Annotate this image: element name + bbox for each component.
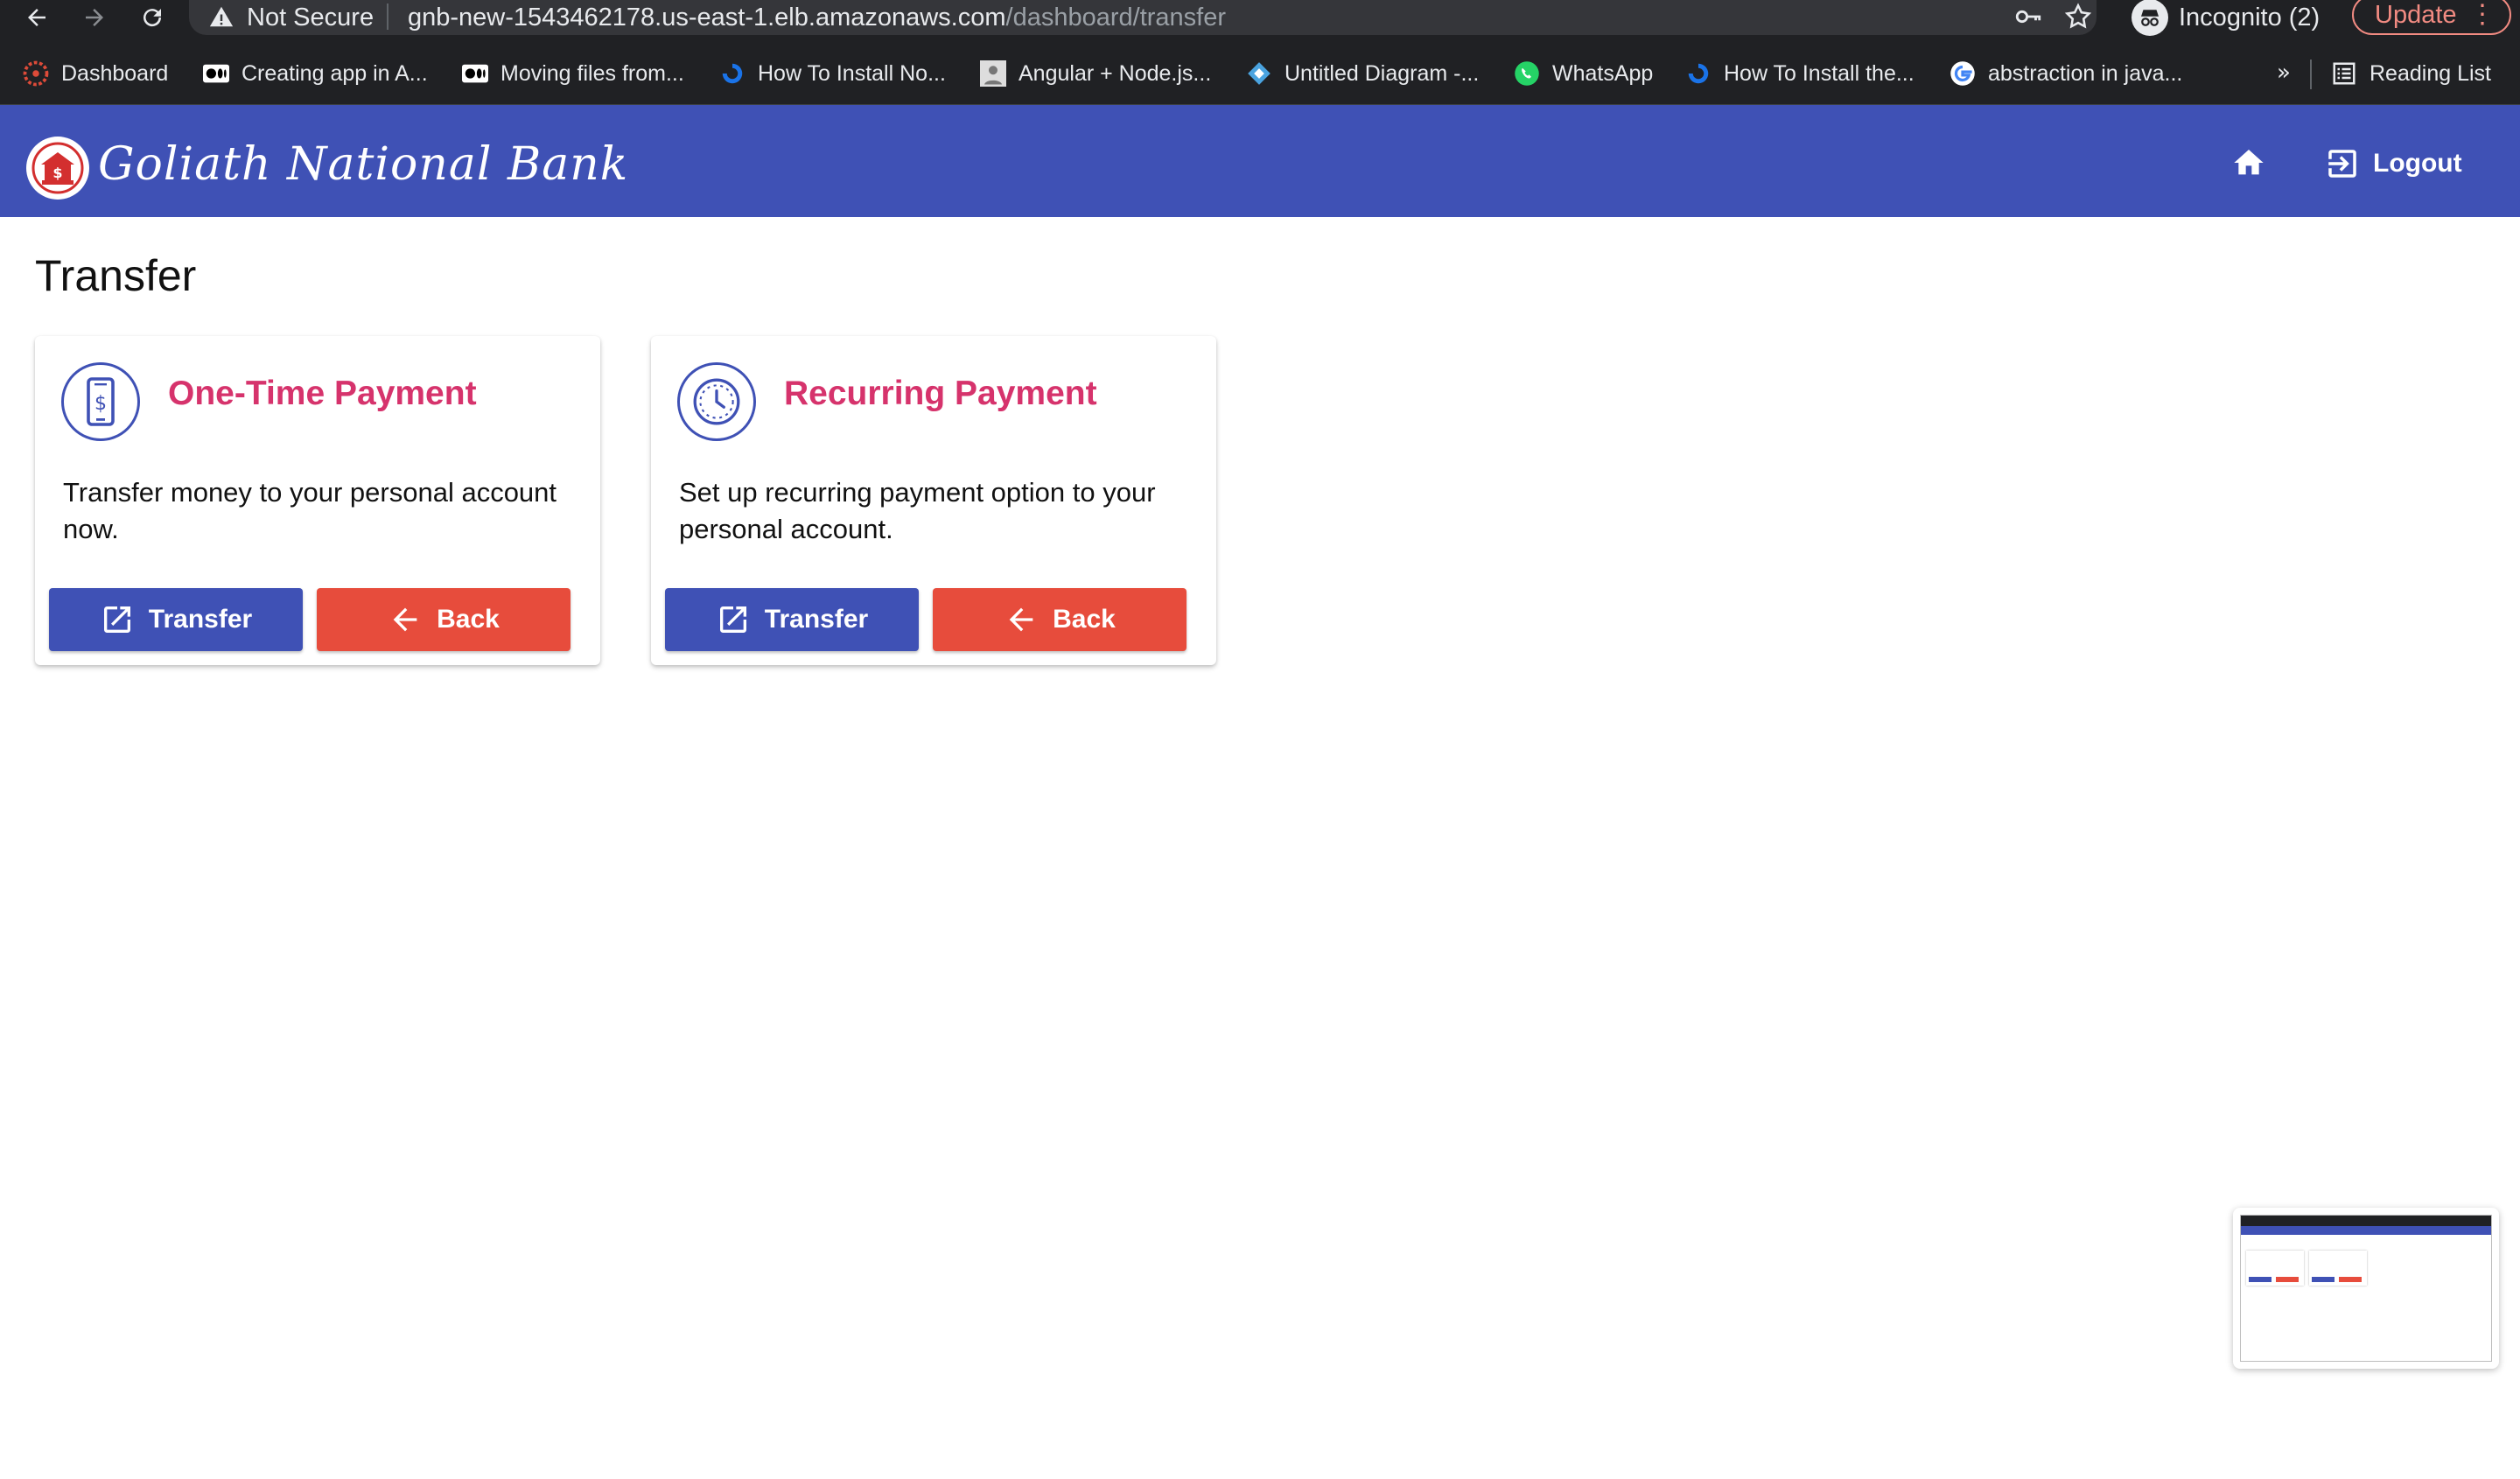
address-bar[interactable]: Not Secure gnb-new-1543462178.us-east-1.…	[189, 0, 2096, 35]
page-title: Transfer	[35, 251, 197, 300]
back-button[interactable]: Back	[933, 588, 1186, 651]
home-button[interactable]	[2224, 138, 2273, 187]
recurring-payment-card: Recurring Payment Set up recurring payme…	[651, 336, 1216, 665]
thumbnail-card	[2246, 1251, 2304, 1286]
url-text: gnb-new-1543462178.us-east-1.elb.amazona…	[408, 2, 1226, 33]
thumbnail-image	[2240, 1215, 2492, 1362]
bookmark-item[interactable]: How To Install the...	[1685, 58, 1914, 89]
transfer-button-label: Transfer	[148, 605, 253, 634]
thumbnail-button	[2276, 1277, 2299, 1282]
bookmarks-divider	[2310, 60, 2312, 89]
app-header: $ Goliath National Bank Logout	[0, 105, 2520, 217]
forward-nav-button[interactable]	[70, 0, 119, 35]
thumbnail-card	[2309, 1251, 2367, 1286]
avatar-icon	[980, 60, 1006, 87]
bookmark-label: How To Install the...	[1724, 60, 1914, 86]
thumbnail-toolbar	[2241, 1216, 2491, 1226]
whatsapp-icon	[1514, 60, 1540, 87]
reading-list-button[interactable]: Reading List	[2331, 58, 2491, 89]
card-title: One-Time Payment	[168, 375, 477, 412]
bookmark-label: abstraction in java...	[1988, 60, 2183, 86]
bookmark-label: Angular + Node.js...	[1018, 60, 1212, 86]
angular-icon	[23, 60, 49, 87]
star-icon[interactable]	[2063, 2, 2093, 32]
bookmarks-overflow-button[interactable]: »	[2277, 60, 2291, 86]
incognito-indicator[interactable]: Incognito (2)	[2132, 0, 2320, 36]
digitalocean-icon	[719, 60, 746, 87]
reading-list-label: Reading List	[2370, 60, 2491, 86]
card-description: Transfer money to your personal account …	[63, 477, 557, 544]
bookmark-item[interactable]: Creating app in A...	[203, 58, 428, 89]
svg-text:$: $	[94, 393, 107, 415]
reading-list-icon	[2331, 60, 2357, 87]
bookmarks-bar: Dashboard Creating app in A... Moving fi…	[0, 42, 2520, 105]
incognito-label: Incognito (2)	[2179, 3, 2320, 32]
clock-icon	[677, 362, 756, 441]
arrow-back-icon	[393, 607, 417, 632]
screenshot-thumbnail[interactable]	[2233, 1208, 2499, 1369]
card-description: Set up recurring payment option to your …	[679, 477, 1156, 544]
back-button-label: Back	[1053, 605, 1116, 634]
thumbnail-header	[2241, 1226, 2491, 1235]
card-title: Recurring Payment	[784, 375, 1097, 412]
bank-logo-icon: $	[26, 137, 89, 200]
digitalocean-icon	[1685, 60, 1712, 87]
open-in-new-icon	[719, 606, 746, 633]
bookmark-item[interactable]: Moving files from...	[462, 58, 684, 89]
bookmark-label: How To Install No...	[758, 60, 946, 86]
medium-icon	[203, 60, 229, 87]
bookmark-label: Dashboard	[61, 60, 169, 86]
omnibox-divider	[387, 4, 388, 30]
warning-icon	[209, 6, 234, 27]
open-in-new-icon	[103, 606, 130, 633]
update-label: Update	[2375, 0, 2457, 29]
bookmark-label: Moving files from...	[500, 60, 684, 86]
transfer-button[interactable]: Transfer	[665, 588, 919, 651]
back-nav-button[interactable]	[12, 0, 61, 35]
medium-icon	[462, 60, 488, 87]
logout-label: Logout	[2373, 149, 2462, 178]
url-host: gnb-new-1543462178.us-east-1.elb.amazona…	[408, 4, 1006, 32]
back-button[interactable]: Back	[317, 588, 570, 651]
thumbnail-button	[2249, 1277, 2272, 1282]
home-icon	[2234, 150, 2264, 175]
thumbnail-button	[2339, 1277, 2362, 1282]
more-vert-icon: ⋮	[2469, 0, 2496, 29]
key-icon[interactable]	[2013, 2, 2043, 32]
security-label: Not Secure	[247, 4, 374, 32]
reload-icon	[144, 9, 162, 27]
svg-text:$: $	[52, 165, 62, 181]
transfer-button[interactable]: Transfer	[49, 588, 303, 651]
thumbnail-button	[2312, 1277, 2334, 1282]
arrow-left-icon	[28, 9, 46, 26]
phone-dollar-icon: $	[61, 362, 140, 441]
url-path: /dashboard/transfer	[1005, 4, 1227, 32]
one-time-payment-card: $ One-Time Payment Transfer money to you…	[35, 336, 600, 665]
bookmark-item[interactable]: How To Install No...	[719, 58, 946, 89]
google-icon	[1950, 60, 1976, 87]
logout-button[interactable]: Logout	[2324, 142, 2462, 186]
bookmark-label: WhatsApp	[1552, 60, 1654, 86]
bookmark-item[interactable]: abstraction in java...	[1950, 58, 2182, 89]
brand-name[interactable]: Goliath National Bank	[98, 138, 628, 191]
bookmark-item[interactable]: WhatsApp	[1514, 58, 1653, 89]
incognito-icon	[2132, 0, 2168, 36]
bookmark-item[interactable]: Dashboard	[23, 58, 168, 89]
browser-toolbar: Not Secure gnb-new-1543462178.us-east-1.…	[0, 0, 2520, 42]
bookmark-label: Creating app in A...	[242, 60, 428, 86]
reload-button[interactable]	[128, 0, 177, 35]
arrow-back-icon	[1009, 607, 1033, 632]
bookmark-label: Untitled Diagram -...	[1284, 60, 1480, 86]
bookmark-item[interactable]: Angular + Node.js...	[980, 58, 1211, 89]
transfer-button-label: Transfer	[764, 605, 869, 634]
update-button[interactable]: Update ⋮	[2352, 0, 2511, 35]
bookmark-item[interactable]: Untitled Diagram -...	[1246, 58, 1479, 89]
logout-icon	[2328, 150, 2356, 178]
diagram-icon	[1246, 60, 1272, 87]
back-button-label: Back	[437, 605, 500, 634]
arrow-right-icon	[86, 9, 103, 26]
